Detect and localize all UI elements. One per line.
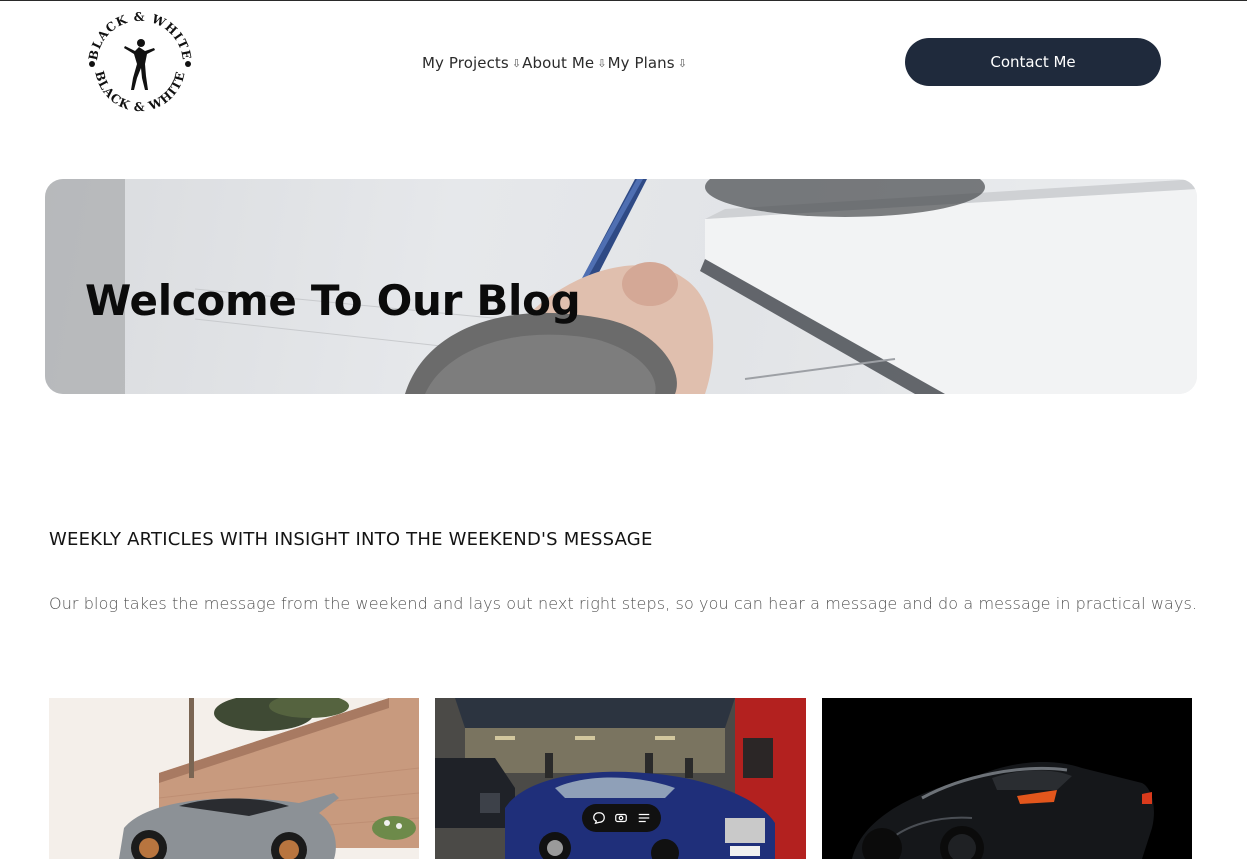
- hero-title: Welcome To Our Blog: [85, 276, 581, 325]
- main-nav: My Projects ⇩ About Me ⇩ My Plans ⇩: [422, 51, 688, 75]
- comment-icon[interactable]: [591, 810, 607, 826]
- nav-item-label: My Projects: [422, 54, 509, 72]
- hero-banner: Welcome To Our Blog: [45, 179, 1197, 394]
- nav-item-about-me[interactable]: About Me ⇩: [522, 54, 607, 72]
- arrow-down-icon: ⇩: [597, 56, 607, 70]
- grey-supercar-image: [49, 698, 419, 859]
- site-logo[interactable]: BLACK & WHITE BLACK & WHITE: [79, 6, 201, 118]
- section-description: Our blog takes the message from the week…: [49, 594, 1198, 613]
- nav-item-label: About Me: [522, 54, 595, 72]
- logo-emblem: BLACK & WHITE BLACK & WHITE: [86, 10, 193, 114]
- black-sports-car-image: [822, 698, 1192, 859]
- arrow-down-icon: ⇩: [511, 56, 522, 70]
- top-border: [0, 0, 1247, 1]
- svg-text:BLACK & WHITE: BLACK & WHITE: [92, 69, 188, 114]
- contact-me-button[interactable]: Contact Me: [905, 38, 1161, 86]
- arrow-down-icon: ⇩: [677, 56, 688, 70]
- nav-item-my-plans[interactable]: My Plans ⇩: [608, 54, 688, 72]
- blog-card-1[interactable]: [49, 698, 419, 859]
- nav-item-label: My Plans: [607, 54, 675, 72]
- view-icon[interactable]: [613, 810, 629, 826]
- floating-toolbar: [582, 804, 661, 832]
- section-heading: WEEKLY ARTICLES WITH INSIGHT INTO THE WE…: [49, 529, 653, 550]
- blue-luxury-car-image: [435, 698, 806, 859]
- blog-card-3[interactable]: [822, 698, 1192, 859]
- nav-item-my-projects[interactable]: My Projects ⇩: [422, 54, 522, 72]
- blog-card-2[interactable]: [435, 698, 806, 859]
- list-icon[interactable]: [636, 810, 652, 826]
- logo-text-bottom: BLACK & WHITE: [92, 69, 187, 114]
